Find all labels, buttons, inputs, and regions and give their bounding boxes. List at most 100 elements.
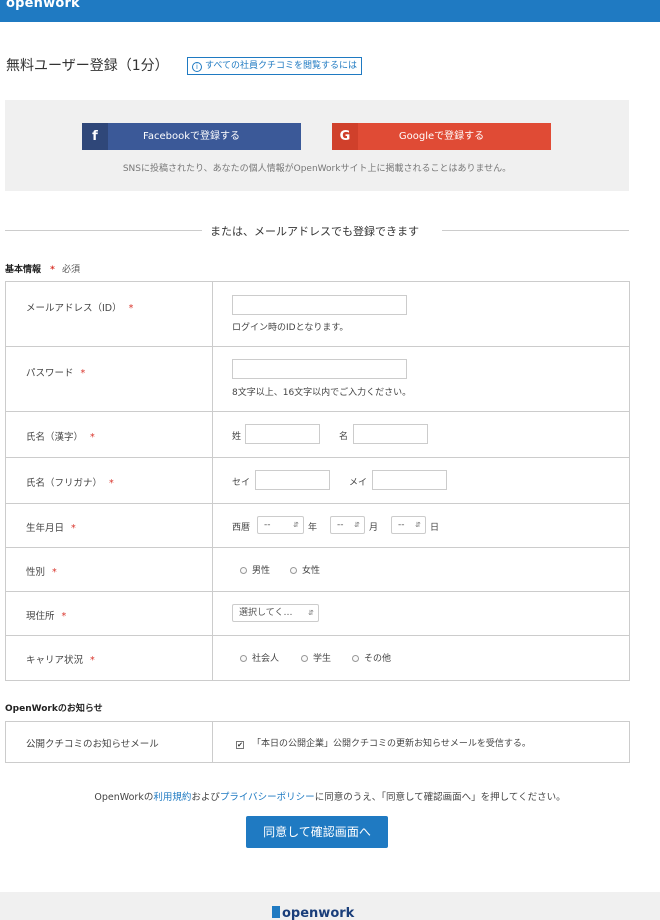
residence-row: 現住所 * 選択してく… ⇵ [6, 592, 629, 636]
password-label-text: パスワード [26, 368, 74, 379]
notice-email-value-cell: ✔ 「本日の公開企業」公開クチコミの更新お知らせメールを受信する。 [230, 722, 629, 762]
gender-value-cell: 男性 女性 [232, 548, 629, 591]
year-unit: 年 [308, 523, 318, 533]
required-mark: * [52, 567, 57, 578]
birth-month-select[interactable]: -- ⇵ [330, 516, 365, 534]
info-icon: i [192, 62, 202, 72]
residence-select[interactable]: 選択してく… ⇵ [232, 604, 319, 622]
name-kana-value-cell: セイ メイ [232, 458, 629, 503]
radio-icon [301, 655, 308, 662]
career-other-label: その他 [364, 654, 392, 664]
divider-line-right [442, 230, 629, 231]
day-unit: 日 [430, 523, 440, 533]
name-kanji-row: 氏名（漢字） * 姓 名 [6, 412, 629, 458]
career-row: キャリア状況 * 社会人 学生 その他 [6, 636, 629, 680]
career-employee-radio[interactable]: 社会人 [240, 651, 279, 664]
footer-logo-text: openwork [282, 906, 355, 920]
required-mark: * [90, 655, 95, 666]
career-value-cell: 社会人 学生 その他 [232, 636, 629, 680]
name-kanji-label: 氏名（漢字） * [6, 412, 213, 457]
gender-female-radio[interactable]: 女性 [290, 563, 320, 576]
last-name-kana-label: セイ [232, 478, 251, 488]
header-logo[interactable]: openwork [6, 0, 80, 11]
birthday-label: 生年月日 * [6, 504, 213, 547]
email-label-text: メールアドレス（ID） [26, 303, 122, 314]
google-signup-button[interactable]: G Googleで登録する [332, 123, 551, 150]
birthday-value-cell: 西暦 -- ⇵ 年 -- ⇵ 月 -- ⇵ 日 [232, 504, 629, 547]
chevron-down-icon: ⇵ [293, 521, 299, 529]
chevron-down-icon: ⇵ [354, 521, 360, 529]
first-name-input[interactable] [353, 424, 428, 444]
gender-female-label: 女性 [302, 566, 321, 576]
footer-logo[interactable]: openwork [272, 906, 354, 920]
required-mark: * [50, 265, 55, 275]
career-other-radio[interactable]: その他 [352, 651, 391, 664]
residence-label: 現住所 * [6, 592, 213, 635]
email-hint: ログイン時のIDとなります。 [232, 323, 349, 333]
name-kanji-label-text: 氏名（漢字） [26, 432, 84, 443]
page-title: 無料ユーザー登録（1分） [6, 58, 169, 74]
facebook-icon: f [82, 123, 108, 150]
radio-icon [240, 567, 247, 574]
birth-month-value: -- [337, 520, 344, 530]
required-mark: * [128, 303, 134, 314]
agreement-suffix: に同意のうえ、「同意して確認画面へ」を押してください。 [314, 792, 566, 803]
facebook-signup-button[interactable]: f Facebookで登録する [82, 123, 301, 150]
career-employee-label: 社会人 [252, 654, 280, 664]
first-name-kana-label: メイ [349, 478, 368, 488]
sns-signup-panel: f Facebookで登録する G Googleで登録する SNSに投稿されたり… [5, 100, 629, 191]
chevron-down-icon: ⇵ [415, 521, 421, 529]
agreement-prefix: OpenWorkの [94, 792, 154, 803]
name-kana-label: 氏名（フリガナ） * [6, 458, 213, 503]
view-all-reviews-label: すべての社員クチコミを閲覧するには [205, 61, 358, 71]
notice-email-label: 公開クチコミのお知らせメール [6, 722, 213, 762]
sns-privacy-note: SNSに投稿されたり、あなたの個人情報がOpenWorkサイト上に掲載されること… [122, 164, 512, 174]
logo-mark-icon [272, 906, 280, 918]
gender-row: 性別 * 男性 女性 [6, 548, 629, 592]
required-mark: * [109, 478, 114, 489]
gender-label-text: 性別 [26, 567, 46, 578]
era-label: 西暦 [232, 523, 251, 533]
name-kanji-value-cell: 姓 名 [232, 412, 629, 457]
gender-male-radio[interactable]: 男性 [240, 563, 270, 576]
last-name-kana-input[interactable] [255, 470, 330, 490]
name-kana-label-text: 氏名（フリガナ） [26, 478, 103, 489]
gender-male-label: 男性 [252, 566, 271, 576]
notices-heading: OpenWorkのお知らせ [5, 704, 103, 714]
career-student-label: 学生 [313, 654, 332, 664]
career-student-radio[interactable]: 学生 [301, 651, 331, 664]
privacy-policy-link[interactable]: プライバシーポリシー [220, 792, 315, 803]
email-signup-divider: または、メールアドレスでも登録できます [5, 223, 629, 238]
radio-icon [290, 567, 297, 574]
password-input[interactable] [232, 359, 407, 379]
first-name-kana-input[interactable] [372, 470, 447, 490]
divider-line-left [5, 230, 202, 231]
password-hint: 8文字以上、16文字以内でご入力ください。 [232, 388, 412, 398]
chevron-down-icon: ⇵ [308, 609, 314, 617]
google-signup-label: Googleで登録する [398, 131, 485, 142]
basic-info-heading: 基本情報 * 必須 [5, 262, 80, 275]
birth-day-value: -- [398, 520, 405, 530]
email-label: メールアドレス（ID） * [6, 282, 213, 346]
password-row: パスワード * 8文字以上、16文字以内でご入力ください。 [6, 347, 629, 412]
birth-year-select[interactable]: -- ⇵ [257, 516, 304, 534]
notice-email-checkbox[interactable]: ✔ 「本日の公開企業」公開クチコミの更新お知らせメールを受信する。 [236, 736, 531, 749]
notices-form: 公開クチコミのお知らせメール ✔ 「本日の公開企業」公開クチコミの更新お知らせメー… [5, 721, 630, 763]
agree-confirm-button[interactable]: 同意して確認画面へ [246, 816, 388, 848]
last-name-label: 姓 [232, 432, 242, 442]
email-value-cell: ログイン時のIDとなります。 [232, 282, 629, 346]
birth-day-select[interactable]: -- ⇵ [391, 516, 426, 534]
email-input[interactable] [232, 295, 407, 315]
radio-icon [240, 655, 247, 662]
birthday-label-text: 生年月日 [26, 523, 65, 534]
residence-value-cell: 選択してく… ⇵ [232, 592, 629, 635]
password-value-cell: 8文字以上、16文字以内でご入力ください。 [232, 347, 629, 411]
basic-info-title: 基本情報 [5, 265, 42, 275]
password-label: パスワード * [6, 347, 213, 411]
month-unit: 月 [369, 523, 379, 533]
view-all-reviews-link[interactable]: i すべての社員クチコミを閲覧するには [187, 57, 363, 75]
terms-link[interactable]: 利用規約 [153, 792, 191, 803]
notice-email-checkbox-label: 「本日の公開企業」公開クチコミの更新お知らせメールを受信する。 [252, 739, 531, 749]
last-name-input[interactable] [245, 424, 320, 444]
top-header: openwork [0, 0, 660, 22]
